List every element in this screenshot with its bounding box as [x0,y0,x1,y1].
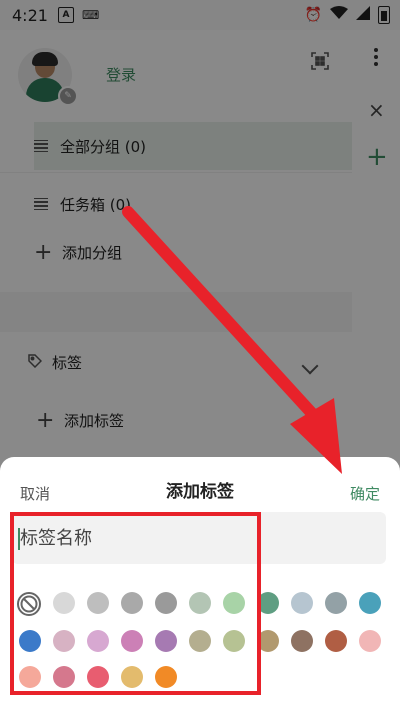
color-swatch[interactable] [325,592,347,614]
sheet-title: 添加标签 [166,482,234,502]
color-swatch[interactable] [291,592,313,614]
annotation-highlight-box [10,512,261,695]
screen: 4:21 A ⌨ ⏰ ✎ 登录 全部分组 (0) 任务箱 (0) + 添加分组 … [0,0,400,712]
color-swatch[interactable] [291,630,313,652]
color-swatch[interactable] [359,630,381,652]
color-swatch[interactable] [325,630,347,652]
color-swatch[interactable] [359,592,381,614]
confirm-button[interactable]: 确定 [350,483,380,504]
